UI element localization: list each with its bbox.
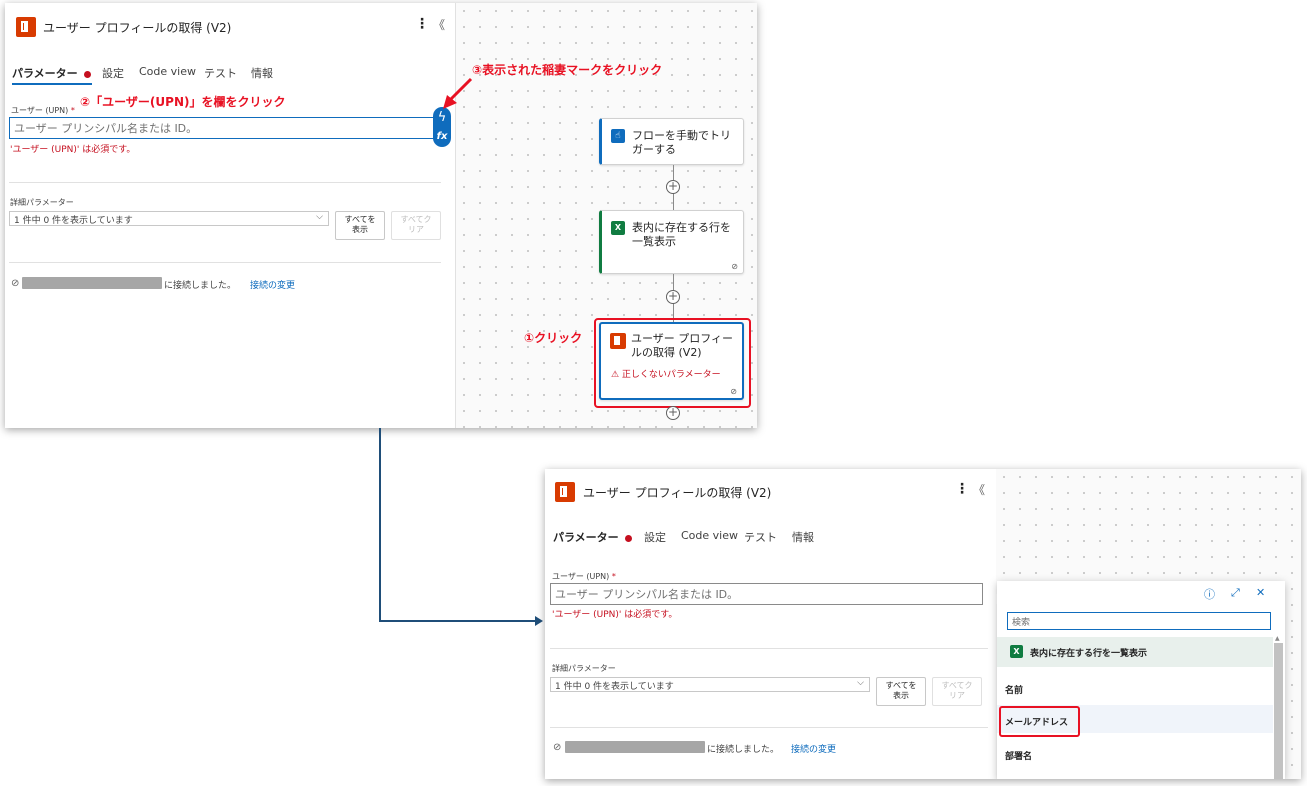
panel-title: ユーザー プロフィールの取得 (V2) xyxy=(43,21,232,35)
trigger-label: フローを手動でトリ ガーする xyxy=(632,129,731,156)
advanced-params-select[interactable]: 1 件中 0 件を表示しています ⌵ xyxy=(550,677,870,692)
chevron-down-icon: ⌵ xyxy=(857,678,864,688)
tab-info[interactable]: 情報 xyxy=(251,65,273,81)
annotation-step1: ①クリック xyxy=(524,331,583,345)
info-icon[interactable]: ⓘ xyxy=(1204,586,1215,602)
connected-text: に接続しました。 xyxy=(164,281,237,291)
tab-code-view[interactable]: Code view xyxy=(681,529,738,542)
show-all-button[interactable]: すべてを 表示 xyxy=(876,677,926,706)
search-input[interactable]: 検索 xyxy=(1007,612,1271,630)
collapse-panel-icon[interactable]: 《 xyxy=(973,481,985,498)
scroll-up-icon[interactable]: ▲ xyxy=(1275,635,1280,642)
screenshot-after: ユーザー プロフィールの取得 (V2) ⋮ 《 パラメーター 設定 Code v… xyxy=(545,469,1301,779)
section-divider xyxy=(9,182,441,183)
transition-arrow-icon xyxy=(379,428,543,626)
upn-error-text: 'ユーザー (UPN)' は必須です。 xyxy=(552,610,678,620)
close-icon[interactable]: ✕ xyxy=(1256,586,1265,599)
advanced-params-label: 詳細パラメーター xyxy=(10,198,74,207)
list-item-department[interactable]: 部署名 xyxy=(997,749,1032,762)
office-logo-icon xyxy=(16,17,36,37)
list-item-name[interactable]: 名前 xyxy=(997,683,1023,696)
add-step-icon[interactable]: + xyxy=(666,290,680,304)
tab-info[interactable]: 情報 xyxy=(792,529,814,545)
list-rows-node[interactable]: X 表内に存在する行を 一覧表示 ⊘ xyxy=(599,210,744,274)
section-divider xyxy=(550,648,988,649)
upn-label: ユーザー (UPN) * xyxy=(552,572,616,581)
active-tab-indicator xyxy=(12,83,92,85)
redacted-account xyxy=(22,277,162,289)
clear-all-button[interactable]: すべてク リア xyxy=(932,677,982,706)
panel-title: ユーザー プロフィールの取得 (V2) xyxy=(583,486,772,500)
dynamic-content-popup: ⓘ ⤢ ✕ 検索 X 表内に存在する行を一覧表示 名前 メールアドレス 部署名 … xyxy=(997,581,1285,779)
collapse-panel-icon[interactable]: 《 xyxy=(433,16,445,33)
advanced-params-label: 詳細パラメーター xyxy=(552,664,616,673)
upn-input[interactable]: ユーザー プリンシパル名または ID。 xyxy=(9,117,435,139)
add-step-icon[interactable]: + xyxy=(666,406,680,420)
action-config-panel: ユーザー プロフィールの取得 (V2) ⋮ 《 パラメーター 設定 Code v… xyxy=(5,3,456,428)
more-options-icon[interactable]: ⋮ xyxy=(955,481,969,497)
fx-icon[interactable]: fx xyxy=(433,131,451,142)
connected-text: に接続しました。 xyxy=(707,745,780,755)
chevron-down-icon: ⌵ xyxy=(316,212,323,222)
upn-input[interactable]: ユーザー プリンシパル名または ID。 xyxy=(550,583,983,605)
section-divider xyxy=(9,262,441,263)
change-connection-link[interactable]: 接続の変更 xyxy=(791,742,836,755)
tab-test[interactable]: テスト xyxy=(204,65,237,81)
office-logo-icon xyxy=(555,482,575,502)
clear-all-button[interactable]: すべてク リア xyxy=(391,211,441,240)
popup-scrollbar[interactable] xyxy=(1274,643,1283,779)
change-connection-link[interactable]: 接続の変更 xyxy=(250,278,295,291)
add-step-icon[interactable]: + xyxy=(666,180,680,194)
connection-link-icon: ⊘ xyxy=(553,742,562,753)
error-dot-icon xyxy=(83,70,91,78)
annotation-step2: ②「ユーザー(UPN)」を欄をクリック xyxy=(80,95,286,109)
action-config-panel: ユーザー プロフィールの取得 (V2) ⋮ 《 パラメーター 設定 Code v… xyxy=(545,469,995,779)
link-icon: ⊘ xyxy=(731,262,738,271)
connection-link-icon: ⊘ xyxy=(11,278,20,289)
more-options-icon[interactable]: ⋮ xyxy=(415,16,429,32)
group-title: 表内に存在する行を一覧表示 xyxy=(1030,649,1148,659)
arrow-annotation-icon xyxy=(443,77,473,109)
expand-icon[interactable]: ⤢ xyxy=(1231,586,1240,600)
highlight-box xyxy=(999,706,1080,737)
link-icon: ⊘ xyxy=(730,387,737,396)
get-profile-label: ユーザー プロフィー ルの取得 (V2) xyxy=(631,332,734,359)
annotation-step3: ③表示された稲妻マークをクリック xyxy=(472,63,663,77)
office-logo-icon xyxy=(610,333,626,349)
tab-settings[interactable]: 設定 xyxy=(644,529,666,545)
screenshot-before: ユーザー プロフィールの取得 (V2) ⋮ 《 パラメーター 設定 Code v… xyxy=(5,3,757,428)
upn-label: ユーザー (UPN) * xyxy=(11,106,75,115)
tab-code-view[interactable]: Code view xyxy=(139,65,196,78)
list-rows-label: 表内に存在する行を 一覧表示 xyxy=(632,221,731,248)
redacted-account xyxy=(565,741,705,753)
group-header[interactable]: X 表内に存在する行を一覧表示 xyxy=(997,637,1273,667)
upn-error-text: 'ユーザー (UPN)' は必須です。 xyxy=(10,145,136,155)
tab-settings[interactable]: 設定 xyxy=(102,65,124,81)
section-divider xyxy=(550,727,988,728)
excel-icon: X xyxy=(1010,645,1023,658)
invalid-params-warning: ⚠ 正しくないパラメーター xyxy=(611,370,721,380)
trigger-node[interactable]: ☝ フローを手動でトリ ガーする xyxy=(599,118,744,165)
tab-test[interactable]: テスト xyxy=(744,529,777,545)
tab-parameters[interactable]: パラメーター xyxy=(553,529,632,545)
get-profile-node[interactable]: ユーザー プロフィー ルの取得 (V2) ⚠ 正しくないパラメーター ⊘ xyxy=(599,322,744,400)
tab-parameters[interactable]: パラメーター xyxy=(12,65,91,81)
show-all-button[interactable]: すべてを 表示 xyxy=(335,211,385,240)
manual-trigger-icon: ☝ xyxy=(611,129,625,143)
error-dot-icon xyxy=(624,534,632,542)
advanced-params-select[interactable]: 1 件中 0 件を表示しています ⌵ xyxy=(9,211,329,226)
excel-icon: X xyxy=(611,221,625,235)
